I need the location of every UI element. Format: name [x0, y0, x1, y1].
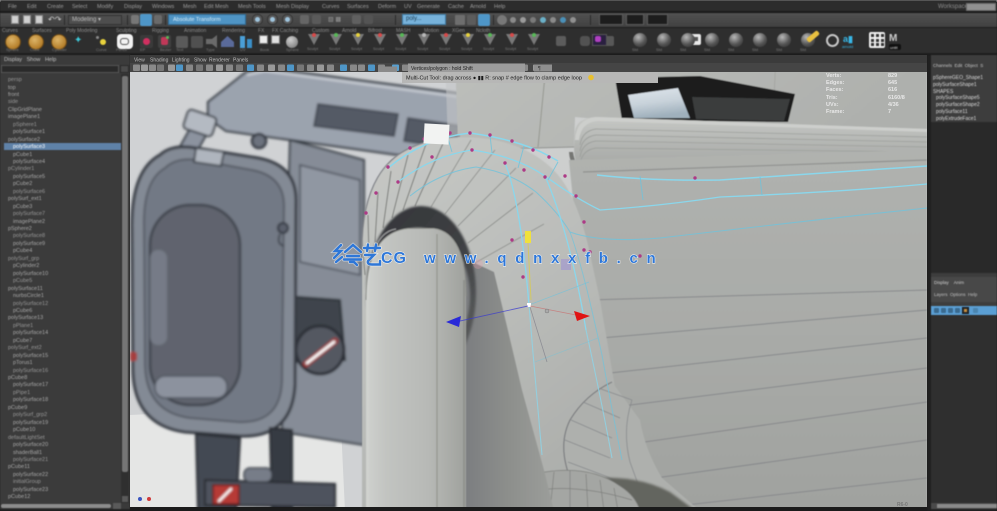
svg-text:Frame:: Frame: — [826, 109, 845, 115]
svg-text:¶: ¶ — [538, 66, 541, 72]
svg-text:829: 829 — [888, 73, 897, 79]
svg-text:Vertices/polygon : hold Shift: Vertices/polygon : hold Shift — [411, 66, 473, 72]
svg-text:Verts:: Verts: — [826, 73, 841, 79]
svg-text:Renderer: Renderer — [209, 58, 230, 64]
svg-text:UVs:: UVs: — [826, 102, 839, 108]
svg-text:Multi-Cut Tool: drag across ●: Multi-Cut Tool: drag across ● ▮▮ R: snap… — [406, 76, 582, 82]
svg-text:7: 7 — [888, 109, 891, 115]
svg-text:4/36: 4/36 — [888, 102, 899, 108]
svg-text:Shading: Shading — [150, 58, 169, 64]
svg-text:Edges:: Edges: — [826, 80, 845, 86]
svg-text:View: View — [134, 58, 145, 64]
svg-text:Lighting: Lighting — [172, 58, 190, 64]
svg-text:Panels: Panels — [233, 58, 249, 64]
svg-text:Tris:: Tris: — [826, 95, 838, 101]
svg-text:CG: CG — [381, 250, 407, 267]
svg-text:616: 616 — [888, 87, 897, 93]
svg-text:www.qdnxxfb.cn: www.qdnxxfb.cn — [423, 250, 664, 267]
svg-text:6160/8: 6160/8 — [888, 95, 905, 101]
svg-text:645: 645 — [888, 80, 897, 86]
svg-text:Faces:: Faces: — [826, 87, 844, 93]
svg-text:Show: Show — [194, 58, 207, 64]
